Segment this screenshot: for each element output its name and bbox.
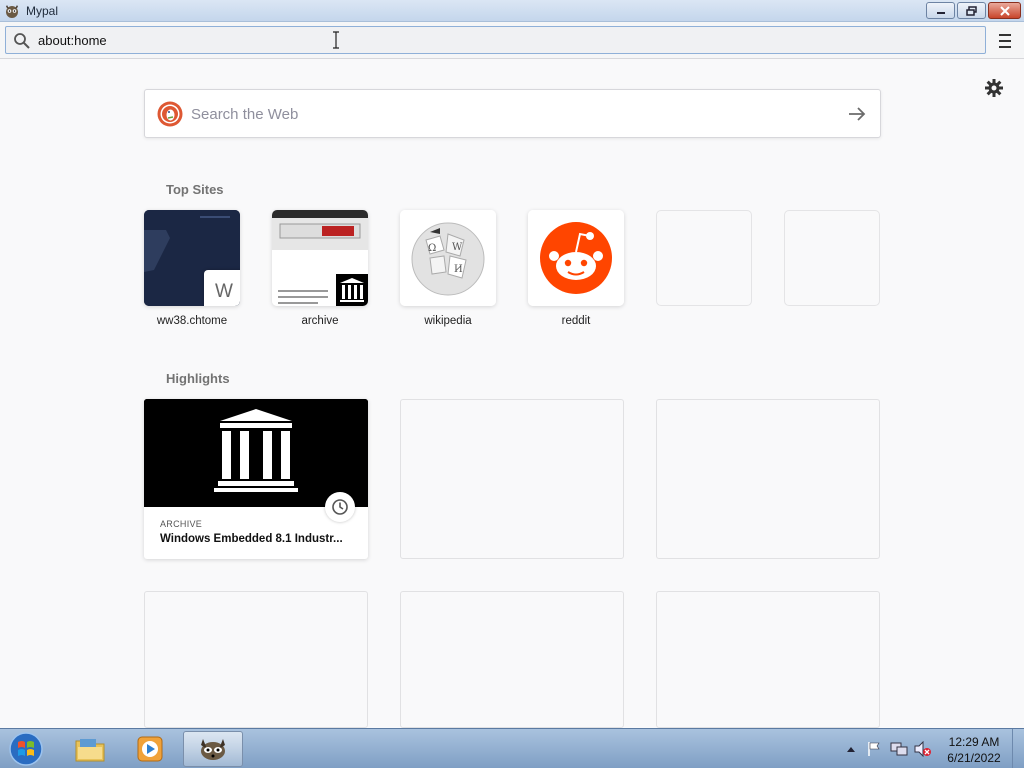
text-cursor-icon: [333, 31, 339, 49]
wikipedia-globe-icon: Ω W И: [400, 210, 496, 306]
gear-icon[interactable]: [984, 78, 1004, 98]
menu-line: [999, 40, 1011, 42]
volume-muted-icon[interactable]: [914, 741, 932, 757]
mypal-app-icon[interactable]: [4, 3, 20, 19]
highlight-empty-slot: [656, 591, 880, 728]
reddit-logo-icon: [528, 210, 624, 306]
top-site-label[interactable]: ww38.chtome: [144, 315, 240, 327]
highlight-empty-slot: [400, 399, 624, 559]
show-hidden-icons-icon[interactable]: [846, 745, 856, 753]
svg-text:Ω: Ω: [428, 243, 436, 254]
menu-line: [999, 34, 1011, 36]
top-site-label[interactable]: reddit: [528, 315, 624, 327]
archive-building-icon: [144, 399, 368, 507]
clock-time: 12:29 AM: [948, 735, 1000, 749]
recently-visited-badge: [325, 492, 355, 522]
arrow-right-icon[interactable]: [845, 102, 869, 126]
folder-icon: [75, 739, 105, 762]
taskbar-file-explorer[interactable]: [60, 731, 120, 767]
navigation-bar: [0, 22, 1024, 59]
highlight-source: ARCHIVE: [160, 519, 203, 529]
top-sites-heading: Top Sites: [166, 182, 224, 197]
top-site-empty-slot: [784, 210, 880, 306]
taskbar-media-player[interactable]: [120, 731, 180, 767]
search-icon: [14, 33, 30, 49]
taskbar: 12:29 AM 6/21/2022: [0, 728, 1024, 768]
highlight-empty-slot: [400, 591, 624, 728]
highlight-empty-slot: [656, 399, 880, 559]
web-search-box[interactable]: [144, 89, 881, 138]
clock-icon: [332, 499, 348, 515]
highlights-heading: Highlights: [166, 371, 230, 386]
taskbar-mypal[interactable]: [183, 731, 243, 767]
highlight-image: [144, 399, 368, 507]
restore-button[interactable]: [957, 2, 986, 19]
start-button[interactable]: [6, 731, 46, 767]
url-bar[interactable]: [5, 26, 986, 54]
hamburger-menu-button[interactable]: [994, 31, 1016, 51]
archive-building-icon: [340, 278, 364, 302]
web-search-input[interactable]: [191, 104, 831, 124]
top-site-tile-ww38[interactable]: W: [144, 210, 240, 306]
highlight-title: Windows Embedded 8.1 Industr...: [160, 533, 343, 545]
top-site-tile-reddit[interactable]: [528, 210, 624, 306]
url-input[interactable]: [38, 30, 938, 50]
highlight-card[interactable]: ARCHIVE Windows Embedded 8.1 Industr...: [144, 399, 368, 559]
close-icon: [999, 5, 1010, 16]
close-button[interactable]: [988, 2, 1021, 19]
minimize-button[interactable]: [926, 2, 955, 19]
site-letter-badge: W: [204, 270, 240, 306]
media-player-icon: [137, 736, 163, 762]
menu-line: [999, 46, 1011, 48]
clock-date: 6/21/2022: [947, 751, 1001, 765]
svg-text:И: И: [454, 264, 463, 275]
top-site-tile-archive[interactable]: [272, 210, 368, 306]
archive-logo-badge: [334, 272, 368, 306]
site-letter: W: [215, 281, 233, 302]
network-icon[interactable]: [890, 741, 908, 757]
highlight-empty-slot: [144, 591, 368, 728]
svg-text:W: W: [452, 242, 463, 253]
top-site-label[interactable]: wikipedia: [400, 315, 496, 327]
mypal-app-icon: [201, 739, 225, 760]
title-bar: Mypal: [0, 0, 1024, 22]
system-clock[interactable]: 12:29 AM 6/21/2022: [940, 734, 1008, 766]
top-site-label[interactable]: archive: [272, 315, 368, 327]
restore-icon: [965, 5, 977, 16]
top-site-empty-slot: [656, 210, 752, 306]
show-desktop-button[interactable]: [1012, 729, 1024, 768]
duckduckgo-logo-icon: [157, 101, 183, 127]
window-title: Mypal: [26, 4, 59, 18]
minimize-icon: [936, 11, 945, 14]
top-site-tile-wikipedia[interactable]: Ω W И: [400, 210, 496, 306]
action-center-flag-icon[interactable]: [866, 741, 882, 757]
